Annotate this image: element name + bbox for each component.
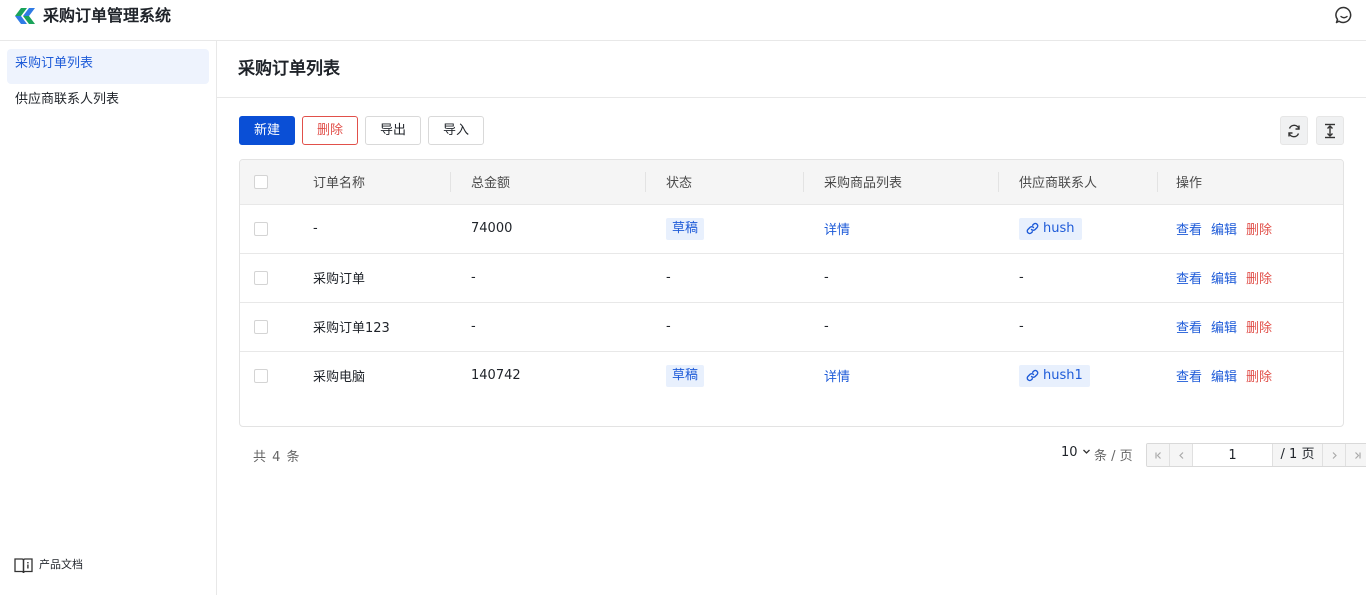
chevron-right-icon (1332, 451, 1337, 459)
import-button[interactable]: 导入 (428, 116, 485, 145)
pager: / 1 页 (1146, 443, 1366, 467)
last-page-button[interactable] (1346, 444, 1366, 466)
total-amount: 74000 (471, 221, 513, 236)
column-header-order-name: 订单名称 (313, 176, 366, 192)
table-row: - 74000 草稿 详情 hush 查看 编辑 删除 (240, 204, 1343, 253)
page-size-unit: 条 / 页 (1094, 449, 1133, 464)
page-header: 采购订单列表 (217, 41, 1366, 98)
view-action[interactable]: 查看 (1176, 370, 1202, 385)
page-number-input[interactable] (1193, 444, 1273, 466)
supplier-contact-value: - (1019, 270, 1024, 285)
status-value: - (666, 270, 671, 285)
order-name: 采购电脑 (313, 370, 366, 386)
status-value: - (666, 319, 671, 334)
table-row: 采购订单123 - - - - 查看 编辑 删除 (240, 302, 1343, 351)
product-docs-label: 产品文档 (39, 558, 83, 571)
product-docs-link[interactable]: 产品文档 (14, 555, 83, 575)
sidebar-item-supplier-contacts[interactable]: 供应商联系人列表 (7, 85, 209, 120)
items-detail-link[interactable]: 详情 (824, 370, 850, 385)
select-all-checkbox[interactable] (254, 174, 268, 189)
pagination-bar: 共 4 条 10 条 / 页 / 1 页 (239, 434, 1366, 476)
top-bar: 采购订单管理系统 (0, 0, 1366, 41)
delete-action[interactable]: 删除 (1246, 272, 1272, 287)
column-header-supplier-contact: 供应商联系人 (1019, 176, 1098, 192)
app-title: 采购订单管理系统 (43, 6, 172, 25)
delete-action[interactable]: 删除 (1246, 223, 1272, 238)
main-content: 采购订单列表 新建 删除 导出 导入 订单名称 总金额 状态 采购商品列表 供应… (217, 41, 1366, 595)
row-height-icon (1325, 123, 1335, 138)
edit-action[interactable]: 编辑 (1211, 223, 1237, 238)
link-icon (1026, 370, 1039, 382)
delete-action[interactable]: 删除 (1246, 370, 1272, 385)
page-title: 采购订单列表 (238, 59, 340, 79)
column-header-items: 采购商品列表 (824, 176, 903, 192)
order-name: 采购订单 (313, 272, 366, 287)
supplier-contact-link[interactable]: hush (1019, 217, 1082, 240)
total-amount: 140742 (471, 368, 521, 384)
edit-action[interactable]: 编辑 (1211, 370, 1237, 385)
page-size-select[interactable]: 10 (1061, 445, 1091, 460)
export-button[interactable]: 导出 (365, 116, 422, 145)
chevron-left-icon (1178, 451, 1183, 459)
table-header-row: 订单名称 总金额 状态 采购商品列表 供应商联系人 操作 (240, 160, 1343, 204)
total-count: 共 4 条 (253, 450, 301, 465)
status-badge: 草稿 (666, 364, 705, 387)
supplier-contact-name: hush (1043, 221, 1075, 236)
delete-action[interactable]: 删除 (1246, 321, 1272, 336)
prev-page-button[interactable] (1170, 444, 1193, 466)
items-detail-link[interactable]: 详情 (824, 223, 850, 238)
row-checkbox[interactable] (254, 221, 268, 236)
column-header-status: 状态 (666, 176, 693, 192)
chat-icon[interactable] (1335, 6, 1353, 24)
items-value: - (824, 270, 829, 285)
link-icon (1026, 222, 1039, 235)
column-header-actions: 操作 (1176, 176, 1203, 192)
view-action[interactable]: 查看 (1176, 223, 1202, 238)
page-size-value: 10 (1061, 445, 1078, 460)
column-header-total-amount: 总金额 (471, 176, 511, 192)
total-amount: - (471, 270, 476, 285)
total-pages: / 1 页 (1273, 444, 1323, 466)
supplier-contact-value: - (1019, 319, 1024, 334)
next-page-button[interactable] (1323, 444, 1346, 466)
edit-action[interactable]: 编辑 (1211, 272, 1237, 287)
last-page-icon (1355, 451, 1361, 459)
orders-table: 订单名称 总金额 状态 采购商品列表 供应商联系人 操作 - 74000 草稿 … (239, 159, 1344, 427)
row-height-button[interactable] (1316, 116, 1344, 145)
order-name: 采购订单123 (313, 321, 390, 336)
sidebar: 采购订单列表 供应商联系人列表 产品文档 (0, 41, 217, 595)
app-logo-icon (15, 8, 35, 24)
delete-button[interactable]: 删除 (302, 116, 359, 145)
refresh-button[interactable] (1280, 116, 1308, 145)
supplier-contact-link[interactable]: hush1 (1019, 364, 1090, 387)
row-checkbox[interactable] (254, 368, 268, 383)
row-checkbox[interactable] (254, 270, 268, 285)
sidebar-item-purchase-orders[interactable]: 采购订单列表 (7, 49, 209, 84)
book-icon (14, 557, 33, 573)
refresh-icon (1288, 124, 1300, 137)
view-action[interactable]: 查看 (1176, 321, 1202, 336)
table-row: 采购电脑 140742 草稿 详情 hush1 查看 编辑 删除 (240, 351, 1343, 400)
table-row: 采购订单 - - - - 查看 编辑 删除 (240, 253, 1343, 302)
supplier-contact-name: hush1 (1043, 368, 1083, 384)
status-badge: 草稿 (666, 217, 705, 240)
first-page-icon (1154, 451, 1161, 459)
row-checkbox[interactable] (254, 319, 268, 334)
items-value: - (824, 319, 829, 334)
edit-action[interactable]: 编辑 (1211, 321, 1237, 336)
view-action[interactable]: 查看 (1176, 272, 1202, 287)
order-name: - (313, 221, 318, 236)
new-button[interactable]: 新建 (239, 116, 296, 145)
chevron-down-icon (1082, 449, 1090, 454)
total-amount: - (471, 319, 476, 334)
first-page-button[interactable] (1147, 444, 1170, 466)
